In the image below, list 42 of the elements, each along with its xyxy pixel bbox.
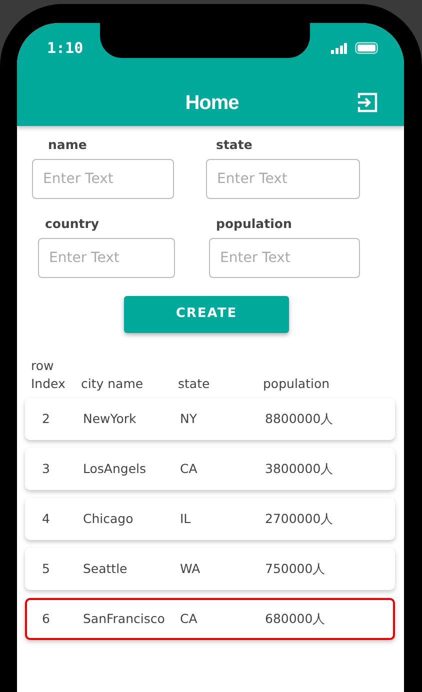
table-cell-text: NY — [180, 410, 198, 428]
table-row[interactable]: 3 LosAngels CA 3800000人 — [25, 448, 395, 490]
table-cell-text: 4 — [41, 510, 51, 528]
table-cell-text: 680000人 — [265, 610, 327, 628]
column-header: state — [178, 375, 211, 394]
table-cell-text: CA — [180, 610, 198, 628]
field-label: country — [44, 214, 100, 233]
table-cell-text: 3 — [41, 460, 51, 478]
text-input[interactable]: Enter Text — [38, 238, 175, 278]
column-header: city name — [81, 375, 144, 394]
table-cell-text: LosAngels — [83, 460, 147, 478]
table-cell-text: 5 — [41, 560, 51, 578]
table-cell-text: NewYork — [83, 410, 138, 428]
text-input[interactable]: Enter Text — [209, 238, 360, 278]
table-cell-text: SanFrancisco — [83, 610, 166, 628]
battery-icon — [355, 42, 378, 54]
field-label: state — [215, 136, 254, 154]
page-title: Home — [185, 90, 239, 116]
table-row[interactable]: 6 SanFrancisco CA 680000人 — [25, 598, 395, 640]
text-input[interactable]: Enter Text — [32, 158, 174, 199]
status-time: 1:10 — [47, 38, 84, 59]
table-cell-text: 8800000人 — [265, 410, 335, 428]
signal-icon — [331, 42, 347, 54]
table-row[interactable]: 2 NewYork NY 8800000人 — [25, 398, 395, 440]
table-cell-text: 2 — [41, 410, 51, 428]
text-input[interactable]: Enter Text — [206, 158, 360, 199]
column-header: population — [263, 375, 331, 394]
table-cell-text: 6 — [41, 610, 51, 628]
table-cell-text: WA — [180, 560, 202, 578]
table-cell-text: 3800000人 — [265, 460, 335, 478]
field-label: name — [47, 136, 88, 154]
logout-icon[interactable] — [356, 92, 378, 113]
table-cell-text: IL — [180, 510, 192, 528]
column-header: row Index — [30, 356, 66, 394]
table-cell-text: 750000人 — [265, 560, 327, 578]
table-cell-text: 2700000人 — [265, 510, 335, 528]
table-cell-text: Chicago — [83, 510, 134, 528]
table-cell-text: Seattle — [83, 560, 128, 578]
field-label: population — [215, 214, 293, 233]
table-cell-text: CA — [180, 460, 198, 478]
table-row[interactable]: 4 Chicago IL 2700000人 — [25, 498, 395, 540]
table-row[interactable]: 5 Seattle WA 750000人 — [25, 548, 395, 590]
